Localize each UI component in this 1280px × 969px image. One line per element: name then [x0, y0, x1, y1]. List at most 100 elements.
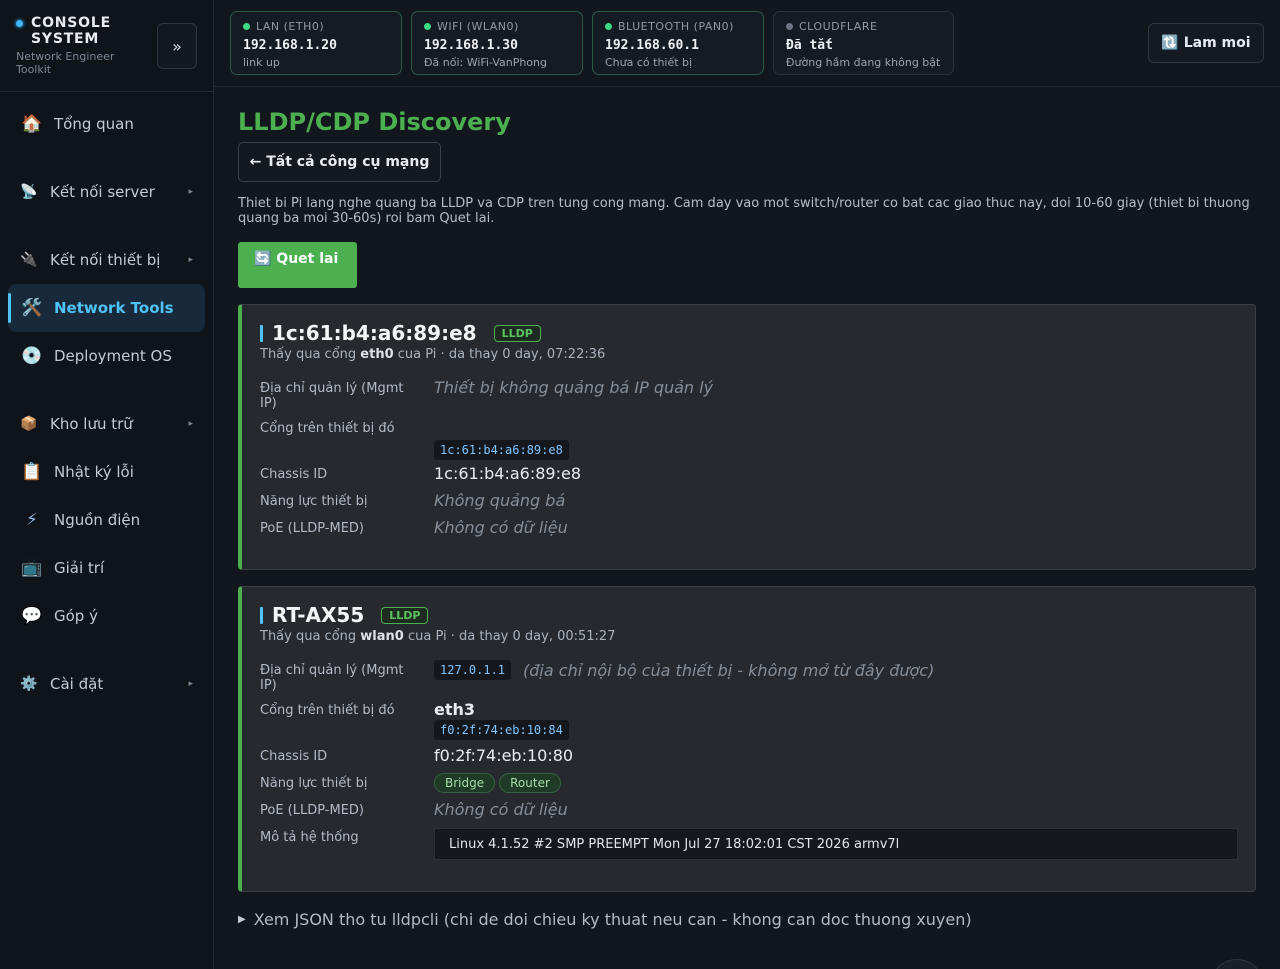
device-seen-info: Thấy qua cổng eth0 cua Pi · da thay 0 da…	[260, 347, 605, 362]
interface-label: CLOUDFLARE	[786, 20, 941, 33]
chassis-value: 1c:61:b4:a6:89:e8	[434, 464, 581, 483]
home-icon: 🏠	[21, 114, 43, 134]
port-value: 1c:61:b4:a6:89:e8	[434, 439, 569, 460]
port-name: eth3	[434, 700, 476, 719]
tools-icon: 🛠️	[21, 298, 43, 318]
interface-card-cloudflare[interactable]: CLOUDFLARE Đã tắt Đường hầm đang không b…	[773, 11, 954, 75]
seen-interface: eth0	[360, 347, 394, 362]
interface-label-text: WIFI (WLAN0)	[437, 20, 519, 33]
capability-pill: Bridge	[434, 773, 496, 793]
interface-card-wifi[interactable]: WIFI (WLAN0) 192.168.1.30 Đã nối: WiFi-V…	[411, 11, 583, 75]
rescan-button[interactable]: 🔄 Quet lai	[238, 242, 357, 288]
status-dot-icon	[424, 23, 431, 30]
sidebar-item-ket-noi-thiet-bi[interactable]: 🔌 Kết nối thiết bị ▸	[8, 236, 205, 284]
sidebar-item-label: Tổng quan	[54, 115, 134, 133]
interface-ip: 192.168.1.30	[424, 38, 518, 53]
sidebar-item-label: Góp ý	[54, 607, 98, 625]
protocol-badge: LLDP	[493, 324, 541, 342]
capabilities-value: Không quảng bá	[434, 491, 566, 510]
poe-label: PoE (LLDP-MED)	[260, 803, 364, 818]
sysdesc-label: Mô tả hệ thống	[260, 830, 359, 845]
sidebar-item-label: Nhật ký lỗi	[54, 463, 134, 481]
sidebar-item-gop-y[interactable]: 💬 Góp ý	[8, 592, 205, 640]
sidebar-item-label: Kết nối server	[50, 183, 155, 201]
triangle-right-icon: ▶	[238, 914, 246, 925]
gear-icon: ⚙️	[20, 676, 38, 692]
interface-label: BLUETOOTH (PAN0)	[605, 20, 751, 33]
chevron-right-icon: ▸	[188, 255, 193, 265]
sidebar-item-deployment-os[interactable]: 💿 Deployment OS	[8, 332, 205, 380]
mgmt-ip-chip: 127.0.1.1	[434, 660, 512, 680]
back-to-tools-button[interactable]: ← Tất cả công cụ mạng	[238, 142, 441, 182]
device-card: RT-AX55 LLDP Thấy qua cổng wlan0 cua Pi …	[238, 586, 1256, 892]
port-label: Cổng trên thiết bị đó	[260, 703, 395, 718]
status-dot-icon	[243, 23, 250, 30]
app-subtitle: Network Engineer Toolkit	[16, 50, 115, 76]
capabilities-label: Năng lực thiết bị	[260, 776, 368, 791]
device-header: 1c:61:b4:a6:89:e8 LLDP	[260, 321, 541, 345]
device-header: RT-AX55 LLDP	[260, 603, 429, 627]
sidebar-item-kho-luu-tru[interactable]: 📦 Kho lưu trữ ▸	[8, 400, 205, 448]
chassis-value: f0:2f:74:eb:10:80	[434, 746, 574, 765]
disc-icon: 💿	[21, 346, 43, 366]
interface-label-text: BLUETOOTH (PAN0)	[618, 20, 734, 33]
poe-value: Không có dữ liệu	[434, 518, 568, 537]
sidebar-item-label: Network Tools	[54, 299, 174, 317]
device-name: 1c:61:b4:a6:89:e8	[272, 321, 477, 345]
interface-status-text: link up	[243, 56, 280, 69]
chevron-right-icon: ▸	[188, 679, 193, 689]
page-title: LLDP/CDP Discovery	[238, 108, 511, 136]
chevron-right-icon: ▸	[188, 187, 193, 197]
mgmt-ip-note: (địa chỉ nội bộ của thiết bị - không mở …	[523, 660, 935, 680]
raw-json-toggle[interactable]: ▶ Xem JSON tho tu lldpcli (chi de doi ch…	[238, 910, 972, 929]
sidebar-item-ket-noi-server[interactable]: 📡 Kết nối server ▸	[8, 168, 205, 216]
mgmt-ip-label: Địa chỉ quản lý (Mgmt IP)	[260, 381, 404, 411]
sidebar-item-cai-dat[interactable]: ⚙️ Cài đặt ▸	[8, 660, 205, 708]
interface-status-text: Chưa có thiết bị	[605, 56, 693, 69]
lightning-icon: ⚡	[26, 510, 38, 530]
device-seen-info: Thấy qua cổng wlan0 cua Pi · da thay 0 d…	[260, 629, 615, 644]
capabilities-value: Bridge Router	[434, 772, 565, 793]
status-dot-icon	[16, 20, 23, 27]
interface-card-bluetooth[interactable]: BLUETOOTH (PAN0) 192.168.60.1 Chưa có th…	[592, 11, 764, 75]
mgmt-ip-value: Thiết bị không quảng bá IP quản lý	[434, 378, 714, 397]
floating-action-button[interactable]	[1210, 959, 1264, 969]
satellite-icon: 📡	[20, 184, 38, 200]
app-title-text: CONSOLE SYSTEM	[31, 15, 111, 47]
accent-bar	[260, 324, 263, 342]
speech-bubble-icon: 💬	[21, 606, 43, 626]
device-name: RT-AX55	[272, 603, 365, 627]
package-icon: 📦	[20, 416, 38, 432]
app-title: CONSOLE SYSTEM	[16, 15, 136, 47]
sidebar-collapse-button[interactable]: »	[157, 23, 197, 69]
seen-prefix: Thấy qua cổng	[260, 629, 361, 644]
interface-ip: Đã tắt	[786, 38, 833, 53]
chassis-label: Chassis ID	[260, 749, 328, 764]
seen-interface: wlan0	[360, 629, 404, 644]
interface-label-text: LAN (ETH0)	[256, 20, 325, 33]
sidebar-item-network-tools[interactable]: 🛠️ Network Tools	[8, 284, 205, 332]
sidebar-item-label: Kho lưu trữ	[50, 415, 133, 433]
page-description: Thiet bi Pi lang nghe quang ba LLDP va C…	[238, 196, 1250, 226]
mgmt-ip-value: 127.0.1.1 (địa chỉ nội bộ của thiết bị -…	[434, 660, 934, 680]
poe-value: Không có dữ liệu	[434, 800, 568, 819]
plug-icon: 🔌	[20, 252, 38, 268]
interface-status-text: Đã nối: WiFi-VanPhong	[424, 56, 547, 69]
interface-card-lan[interactable]: LAN (ETH0) 192.168.1.20 link up	[230, 11, 402, 75]
interface-label: WIFI (WLAN0)	[424, 20, 570, 33]
brand: CONSOLE SYSTEM Network Engineer Toolkit …	[0, 0, 213, 92]
accent-bar	[260, 606, 263, 624]
sidebar-item-nhat-ky-loi[interactable]: 📋 Nhật ký lỗi	[8, 448, 205, 496]
refresh-button[interactable]: 🔃 Lam moi	[1148, 23, 1264, 63]
interface-ip: 192.168.60.1	[605, 38, 699, 53]
sysdesc-value: Linux 4.1.52 #2 SMP PREEMPT Mon Jul 27 1…	[434, 828, 1238, 860]
sidebar-item-nguon-dien[interactable]: ⚡ Nguồn điện	[8, 496, 205, 544]
interface-ip: 192.168.1.20	[243, 38, 337, 53]
port-mac: 1c:61:b4:a6:89:e8	[434, 440, 569, 460]
sidebar-item-giai-tri[interactable]: 📺 Giải trí	[8, 544, 205, 592]
protocol-badge: LLDP	[381, 606, 429, 624]
chevron-right-icon: ▸	[188, 419, 193, 429]
sidebar-item-tong-quan[interactable]: 🏠 Tổng quan	[8, 100, 205, 148]
status-dot-icon	[605, 23, 612, 30]
sidebar-item-label: Giải trí	[54, 559, 105, 577]
